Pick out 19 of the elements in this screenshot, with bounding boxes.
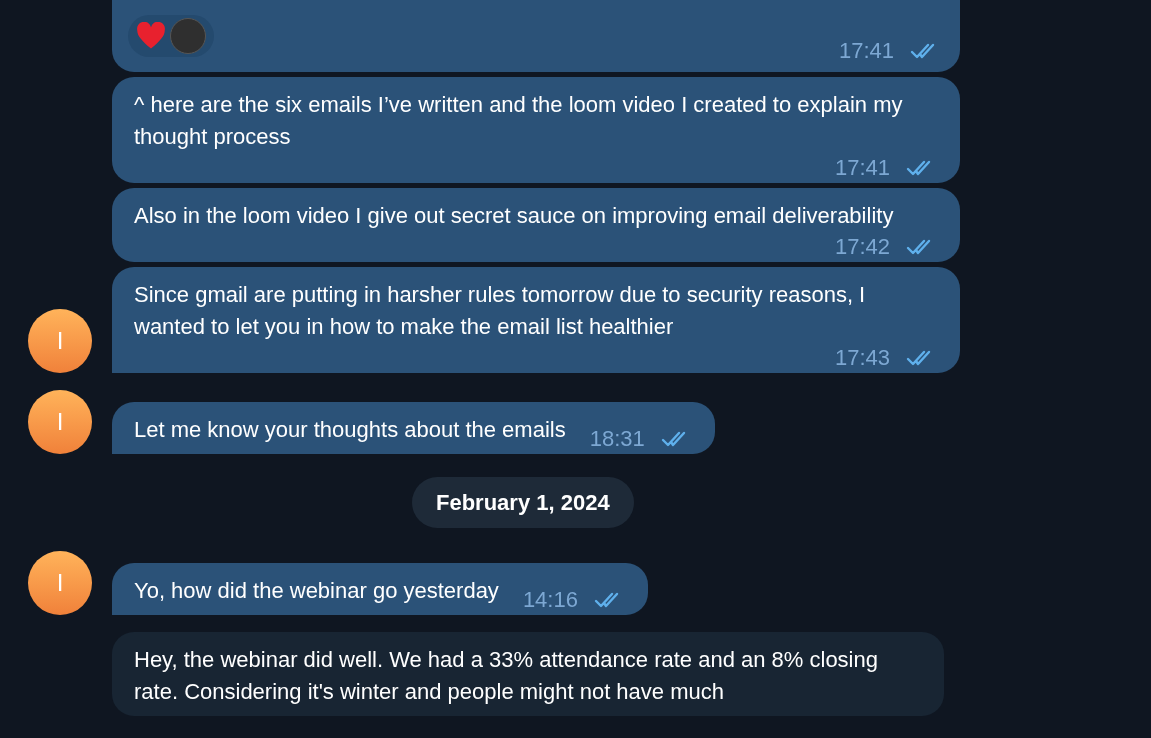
date-separator: February 1, 2024	[412, 477, 634, 528]
message-time: 17:42	[834, 236, 890, 258]
message-time: 17:41	[838, 40, 894, 62]
message-time: 14:16	[522, 589, 578, 611]
message-time: 17:41	[834, 157, 890, 179]
message-time: 17:43	[834, 347, 890, 369]
message-text: ^ here are the six emails I’ve written and the loom video I created to explain my thought process	[134, 91, 904, 151]
heart-icon	[136, 22, 166, 50]
message-text: Hey, the webinar did well. We had a 33% attendance rate and an 8% closing rate. Considering it's winter and people might not have much	[134, 646, 879, 706]
avatar[interactable]: I	[28, 551, 92, 615]
reactor-avatar	[170, 18, 206, 54]
message-text: Also in the loom video I give out secret sauce on improving email deliverability	[134, 202, 894, 230]
avatar[interactable]: I	[28, 390, 92, 454]
reactions-pill[interactable]	[128, 15, 214, 57]
message-text: Since gmail are putting in harsher rules tomorrow due to security reasons, I wanted to let you in how to make the email list healthier	[134, 281, 867, 341]
message-time: 18:31	[589, 428, 645, 450]
message-text: Yo, how did the webinar go yesterday	[134, 577, 499, 605]
avatar[interactable]: I	[28, 309, 92, 373]
message-text: Let me know your thoughts about the emails	[134, 416, 566, 444]
